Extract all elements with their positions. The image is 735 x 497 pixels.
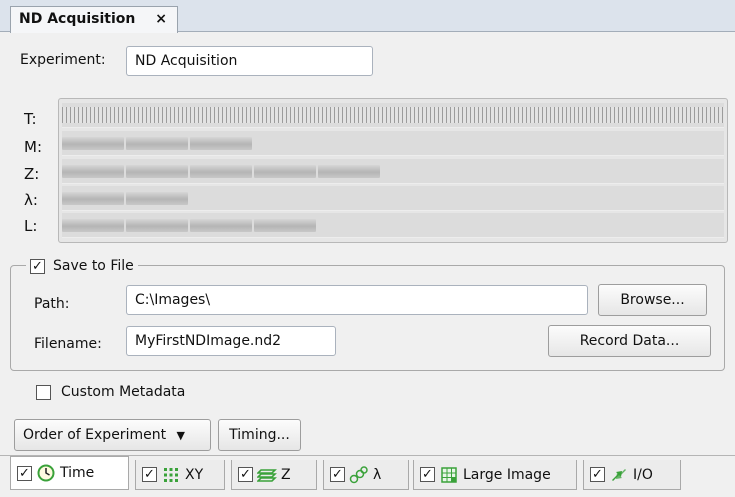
segment bbox=[318, 165, 380, 178]
row-label-lambda: λ: bbox=[24, 191, 38, 209]
tab-z[interactable]: ✓ Z bbox=[231, 460, 317, 490]
browse-button[interactable]: Browse... bbox=[598, 284, 707, 316]
close-icon[interactable]: × bbox=[155, 11, 167, 27]
time-points-bar bbox=[62, 107, 724, 123]
tab-xy[interactable]: ✓ XY bbox=[135, 460, 225, 490]
segment bbox=[190, 165, 252, 178]
order-of-experiment-dropdown[interactable]: Order of Experiment ▼ bbox=[14, 419, 211, 451]
segment bbox=[190, 219, 252, 232]
segment bbox=[62, 137, 124, 150]
row-label-l: L: bbox=[24, 217, 38, 235]
segment bbox=[62, 192, 124, 205]
tab-label: I/O bbox=[633, 466, 653, 483]
segment bbox=[62, 165, 124, 178]
segment bbox=[126, 219, 188, 232]
tab-label: Large Image bbox=[463, 466, 551, 483]
tab-label: Time bbox=[60, 465, 95, 481]
dimension-row-m[interactable] bbox=[62, 131, 724, 156]
experiment-name-field[interactable]: ND Acquisition bbox=[126, 46, 373, 76]
path-field[interactable]: C:\Images\ bbox=[126, 285, 588, 315]
large-image-checkbox[interactable]: ✓ bbox=[420, 467, 435, 482]
segment bbox=[62, 219, 124, 232]
segment bbox=[126, 192, 188, 205]
tab-time[interactable]: ✓ Time bbox=[10, 456, 129, 490]
custom-metadata-row[interactable]: Custom Metadata bbox=[36, 384, 185, 400]
row-label-m: M: bbox=[24, 138, 42, 156]
record-data-button[interactable]: Record Data... bbox=[548, 325, 711, 357]
segment bbox=[126, 165, 188, 178]
z-checkbox[interactable]: ✓ bbox=[238, 467, 253, 482]
tab-title: ND Acquisition bbox=[19, 11, 136, 27]
dimension-row-l[interactable] bbox=[62, 213, 724, 238]
lambda-checkbox[interactable]: ✓ bbox=[330, 467, 345, 482]
io-checkbox[interactable]: ✓ bbox=[590, 467, 605, 482]
segment bbox=[254, 219, 316, 232]
save-to-file-label: Save to File bbox=[53, 258, 134, 274]
nd-acquisition-tab[interactable]: ND Acquisition × bbox=[10, 6, 178, 33]
filename-field[interactable]: MyFirstNDImage.nd2 bbox=[126, 326, 336, 356]
chevron-down-icon: ▼ bbox=[176, 429, 185, 442]
segment bbox=[126, 137, 188, 150]
large-image-icon bbox=[439, 465, 459, 485]
custom-metadata-checkbox[interactable] bbox=[36, 384, 51, 400]
experiment-label: Experiment: bbox=[20, 52, 106, 68]
xy-checkbox[interactable]: ✓ bbox=[142, 467, 157, 482]
row-label-z: Z: bbox=[24, 165, 40, 183]
order-of-experiment-label: Order of Experiment bbox=[23, 427, 167, 443]
segment bbox=[254, 165, 316, 178]
lambda-circles-icon bbox=[349, 465, 369, 485]
timing-button[interactable]: Timing... bbox=[218, 419, 301, 451]
tab-lambda[interactable]: ✓ λ bbox=[323, 460, 409, 490]
io-arrows-icon bbox=[609, 465, 629, 485]
dimension-row-t[interactable] bbox=[62, 103, 724, 128]
time-checkbox[interactable]: ✓ bbox=[17, 465, 32, 481]
custom-metadata-label: Custom Metadata bbox=[61, 384, 186, 400]
nd-acquisition-window: ND Acquisition × Experiment: ND Acquisit… bbox=[0, 0, 735, 497]
tab-label: Z bbox=[281, 466, 291, 483]
row-label-t: T: bbox=[24, 110, 37, 128]
dimension-row-z[interactable] bbox=[62, 159, 724, 184]
tab-io[interactable]: ✓ I/O bbox=[583, 460, 681, 490]
tab-label: XY bbox=[185, 466, 204, 483]
dimension-tabs: ✓ Time ✓ XY ✓ Z ✓ λ ✓ Large Image ✓ I/O bbox=[0, 455, 735, 497]
save-to-file-checkbox[interactable]: ✓ bbox=[30, 258, 45, 274]
dimension-grid[interactable] bbox=[58, 98, 728, 243]
xy-grid-icon bbox=[161, 465, 181, 485]
path-label: Path: bbox=[34, 296, 70, 312]
z-stack-icon bbox=[257, 465, 277, 485]
tab-large-image[interactable]: ✓ Large Image bbox=[413, 460, 577, 490]
save-to-file-legend[interactable]: ✓ Save to File bbox=[26, 256, 138, 276]
clock-icon bbox=[36, 463, 56, 483]
document-tab-strip: ND Acquisition × bbox=[0, 0, 735, 33]
segment bbox=[190, 137, 252, 150]
tab-label: λ bbox=[373, 466, 382, 483]
dimension-row-lambda[interactable] bbox=[62, 186, 724, 211]
filename-label: Filename: bbox=[34, 336, 102, 352]
